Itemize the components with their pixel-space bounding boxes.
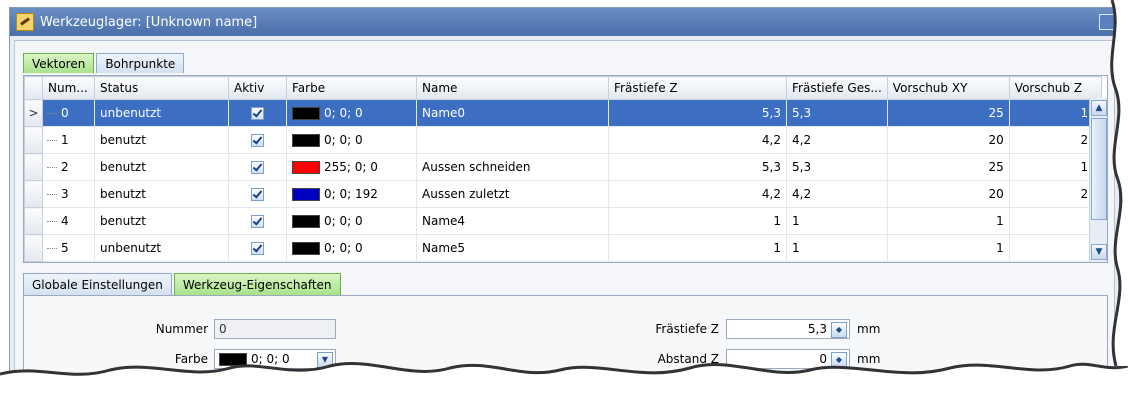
torn-edge-decoration [0, 0, 1128, 396]
